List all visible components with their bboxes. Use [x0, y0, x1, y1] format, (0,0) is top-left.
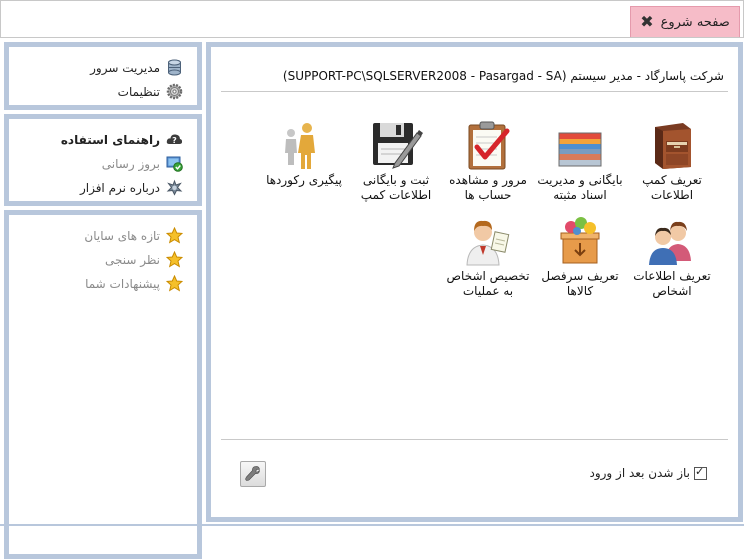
main-panel: شرکت پاسارگاد - مدیر سیستم (SUPPORT-PC\S…	[206, 42, 743, 522]
tile-label: مرور و مشاهده حساب ها	[449, 173, 527, 202]
top-bar: صفحه شروع ✖	[0, 0, 744, 38]
persons-icon	[645, 215, 699, 267]
settings-tool-button[interactable]	[240, 461, 266, 487]
sidebar-item-label: بروز رسانی	[101, 156, 160, 171]
tile-label: پیگیری رکوردها	[266, 173, 342, 187]
company-header: شرکت پاسارگاد - مدیر سیستم (SUPPORT-PC\S…	[282, 69, 724, 83]
sidebar-item-survey[interactable]: نظر سنجی	[104, 250, 184, 268]
sidebar-item-settings[interactable]: تنظیمات	[118, 83, 183, 100]
divider	[221, 439, 728, 440]
sidebar-item-label: درباره نرم افزار	[79, 180, 160, 195]
cabinet-icon	[645, 119, 699, 171]
sidebar-item-user-guide[interactable]: ? راهنمای استفاده	[61, 131, 183, 148]
sidebar-item-suggestions[interactable]: پیشنهادات شما	[85, 274, 184, 292]
sidebar-panel-news: تازه های سایان نظر سنجی پیشنهادات شما	[4, 210, 202, 559]
sidebar-panel-help: ? راهنمای استفاده بروز رسانی درباره نرم …	[4, 114, 202, 206]
tile-track-records[interactable]: پیگیری رکوردها	[256, 119, 352, 188]
tab-label: صفحه شروع	[660, 14, 730, 30]
tile-label: تعریف سرفصل کالاها	[541, 269, 619, 298]
goods-box-icon	[553, 215, 607, 267]
sidebar-item-news[interactable]: تازه های سایان	[84, 226, 184, 244]
sidebar-item-label: مدیریت سرور	[90, 60, 160, 75]
tile-label: تخصیص اشخاص به عملیات	[446, 269, 530, 298]
tile-define-persons[interactable]: تعریف اطلاعات اشخاص	[624, 215, 720, 299]
tile-review-accounts[interactable]: مرور و مشاهده حساب ها	[440, 119, 536, 203]
star-icon	[165, 226, 184, 244]
sidebar-item-label: راهنمای استفاده	[60, 132, 160, 147]
wrench-icon	[245, 465, 261, 484]
star-icon	[165, 274, 184, 292]
close-icon[interactable]: ✖	[640, 14, 653, 30]
database-icon	[166, 59, 183, 76]
clipboard-check-icon	[461, 119, 515, 171]
tile-define-camp-info[interactable]: تعریف کمپ اطلاعات	[624, 119, 720, 203]
open-on-login-option[interactable]: باز شدن بعد از ورود	[589, 465, 707, 480]
sidebar-item-about[interactable]: درباره نرم افزار	[80, 179, 183, 196]
tile-define-goods[interactable]: تعریف سرفصل کالاها	[532, 215, 628, 299]
sidebar-item-label: تازه های سایان	[84, 228, 160, 243]
about-icon	[166, 179, 183, 196]
help-cloud-icon: ?	[166, 131, 183, 148]
tile-label: تعریف اطلاعات اشخاص	[633, 269, 711, 298]
star-icon	[165, 250, 184, 268]
tile-label: تعریف کمپ اطلاعات	[642, 173, 702, 202]
sidebar-panel-admin: مدیریت سرور تنظیمات	[4, 42, 202, 110]
workspace: مدیریت سرور تنظیمات ? راهنمای استفاده بر…	[0, 37, 744, 559]
tile-label: بایگانی و مدیریت اسناد مثبته	[537, 173, 623, 202]
sidebar-item-label: تنظیمات	[117, 84, 160, 99]
assign-person-icon	[461, 215, 515, 267]
floppy-pen-icon	[369, 119, 423, 171]
update-icon	[166, 155, 183, 172]
people-walk-icon	[277, 119, 331, 171]
svg-text:?: ?	[172, 136, 177, 145]
divider	[221, 91, 728, 92]
sidebar-item-label: پیشنهادات شما	[85, 276, 160, 291]
sidebar-item-label: نظر سنجی	[104, 252, 160, 267]
gear-icon	[166, 83, 183, 100]
sidebar-item-server-management[interactable]: مدیریت سرور	[90, 59, 183, 76]
tile-document-archive[interactable]: بایگانی و مدیریت اسناد مثبته	[532, 119, 628, 203]
folders-icon	[553, 119, 607, 171]
tile-label: ثبت و بایگانی اطلاعات کمپ	[360, 173, 432, 202]
sidebar-item-update[interactable]: بروز رسانی	[102, 155, 183, 172]
tile-assign-persons[interactable]: تخصیص اشخاص به عملیات	[440, 215, 536, 299]
open-on-login-label: باز شدن بعد از ورود	[589, 466, 691, 480]
open-on-login-checkbox[interactable]	[694, 465, 707, 480]
tab-start-page[interactable]: صفحه شروع ✖	[630, 6, 740, 38]
tile-register-camp-info[interactable]: ثبت و بایگانی اطلاعات کمپ	[348, 119, 444, 203]
